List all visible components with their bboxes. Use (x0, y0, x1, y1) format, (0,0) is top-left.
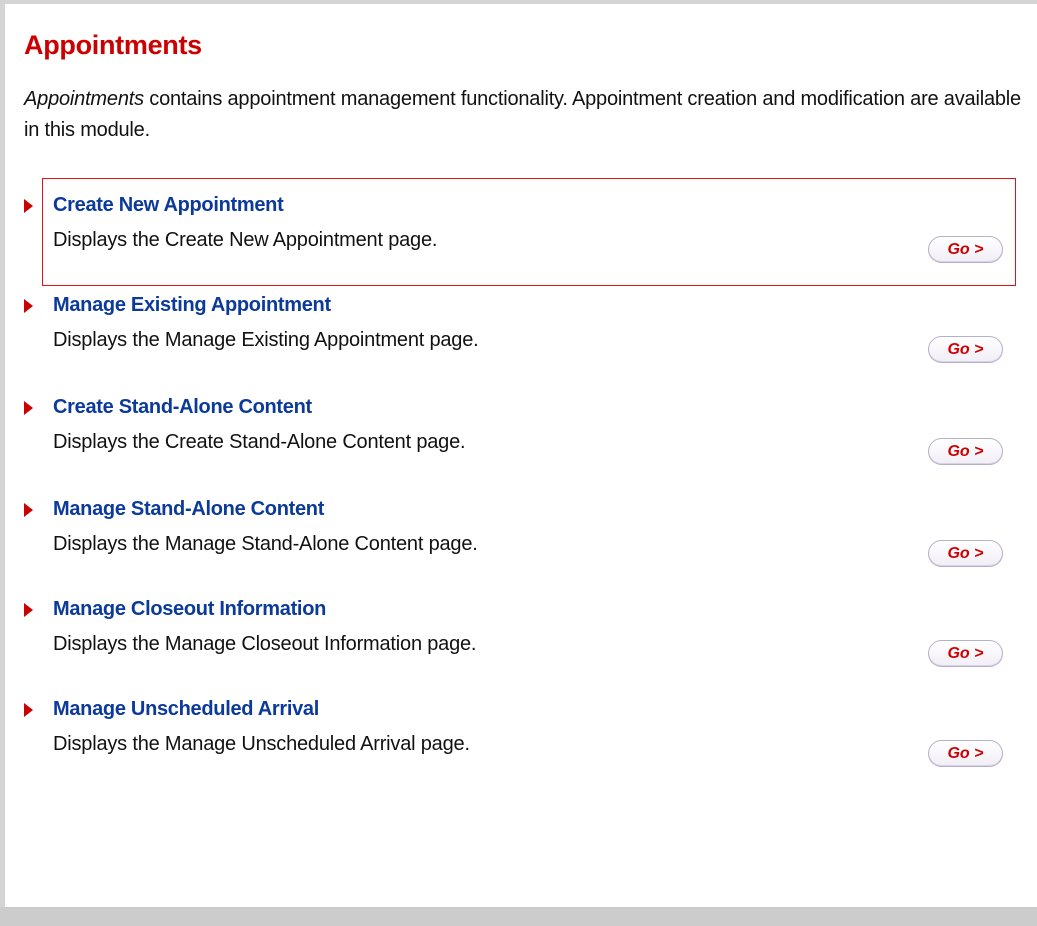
create-new-appointment-go-button[interactable]: Go > (928, 236, 1003, 263)
manage-existing-appointment-description: Displays the Manage Existing Appointment… (53, 329, 479, 351)
bottom-border (0, 907, 1037, 926)
menu-item-manage-unscheduled-arrival: Manage Unscheduled Arrival Displays the … (24, 698, 1009, 790)
manage-unscheduled-arrival-go-button[interactable]: Go > (928, 740, 1003, 767)
manage-stand-alone-content-link[interactable]: Manage Stand-Alone Content (53, 498, 324, 521)
red-triangle-right-icon (24, 503, 33, 517)
menu-item-manage-closeout-information: Manage Closeout Information Displays the… (24, 598, 1009, 690)
left-border (0, 0, 5, 926)
manage-stand-alone-content-go-button[interactable]: Go > (928, 540, 1003, 567)
red-triangle-right-icon (24, 299, 33, 313)
menu-item-manage-existing-appointment: Manage Existing Appointment Displays the… (24, 294, 1009, 386)
appointments-panel: Appointments Appointments contains appoi… (0, 0, 1037, 926)
manage-closeout-information-go-button[interactable]: Go > (928, 640, 1003, 667)
create-new-appointment-link[interactable]: Create New Appointment (53, 194, 284, 217)
menu-item-create-new-appointment: Create New Appointment Displays the Crea… (24, 178, 1016, 286)
intro-text: contains appointment management function… (24, 88, 1021, 141)
red-triangle-right-icon (24, 603, 33, 617)
menu-item-create-stand-alone-content: Create Stand-Alone Content Displays the … (24, 396, 1009, 488)
manage-existing-appointment-link[interactable]: Manage Existing Appointment (53, 294, 331, 317)
manage-existing-appointment-go-button[interactable]: Go > (928, 336, 1003, 363)
top-border (0, 0, 1037, 4)
manage-unscheduled-arrival-link[interactable]: Manage Unscheduled Arrival (53, 698, 319, 721)
create-stand-alone-content-link[interactable]: Create Stand-Alone Content (53, 396, 312, 419)
page-title: Appointments (24, 30, 202, 60)
create-stand-alone-content-go-button[interactable]: Go > (928, 438, 1003, 465)
intro-paragraph: Appointments contains appointment manage… (24, 84, 1024, 146)
red-triangle-right-icon (24, 703, 33, 717)
manage-closeout-information-link[interactable]: Manage Closeout Information (53, 598, 326, 621)
create-stand-alone-content-description: Displays the Create Stand-Alone Content … (53, 431, 466, 453)
menu-item-manage-stand-alone-content: Manage Stand-Alone Content Displays the … (24, 498, 1009, 590)
create-new-appointment-description: Displays the Create New Appointment page… (53, 229, 438, 251)
manage-stand-alone-content-description: Displays the Manage Stand-Alone Content … (53, 533, 478, 555)
red-triangle-right-icon (24, 401, 33, 415)
manage-closeout-information-description: Displays the Manage Closeout Information… (53, 633, 477, 655)
intro-module-name: Appointments (24, 88, 144, 110)
red-triangle-right-icon (24, 199, 33, 213)
manage-unscheduled-arrival-description: Displays the Manage Unscheduled Arrival … (53, 733, 470, 755)
